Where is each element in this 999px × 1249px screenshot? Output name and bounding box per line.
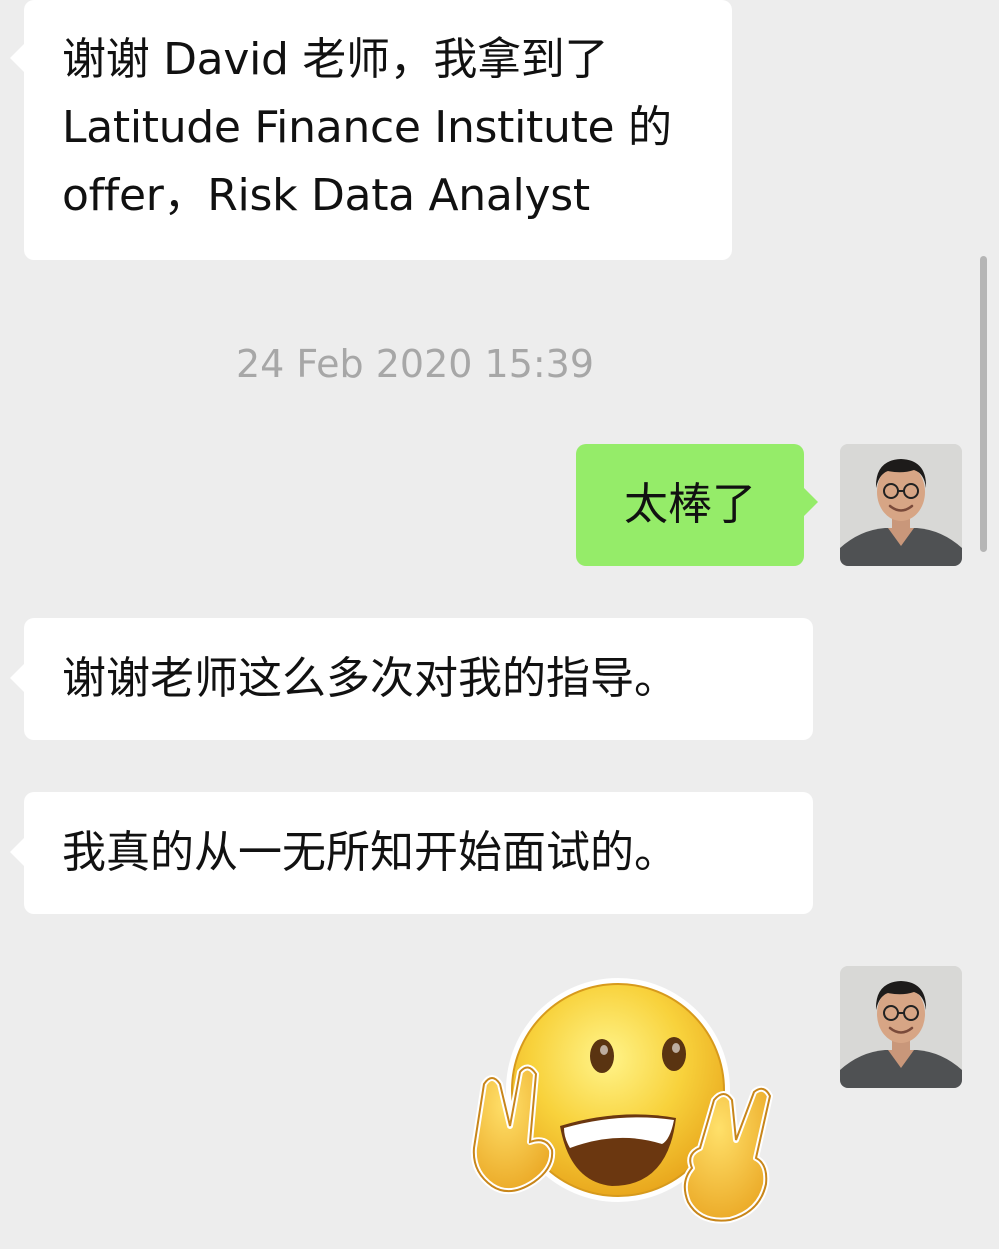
incoming-message-bubble[interactable]: 我真的从一无所知开始面试的。 [10,792,813,914]
incoming-message-bubble[interactable]: 谢谢老师这么多次对我的指导。 [10,618,813,740]
vertical-scrollbar[interactable] [980,256,987,552]
outgoing-message-bubble[interactable]: 太棒了 [576,444,818,566]
sender-avatar[interactable] [840,444,962,566]
message-timestamp: 24 Feb 2020 15:39 [235,342,595,386]
person-avatar-icon [840,966,962,1088]
message-text-line: offer，Risk Data Analyst [62,170,590,221]
incoming-message-bubble[interactable]: 谢谢 David 老师，我拿到了 Latitude Finance Instit… [10,0,732,260]
person-avatar-icon [840,444,962,566]
sender-avatar[interactable] [840,966,962,1088]
message-text-line: Latitude Finance Institute 的 [62,102,672,153]
smiley-peace-sign-icon [470,978,773,1224]
sticker-message[interactable] [462,972,774,1234]
message-text: 谢谢老师这么多次对我的指导。 [62,653,678,704]
message-text: 我真的从一无所知开始面试的。 [62,827,678,878]
message-text: 太棒了 [624,479,756,530]
message-text-line: 谢谢 David 老师，我拿到了 [62,34,609,85]
